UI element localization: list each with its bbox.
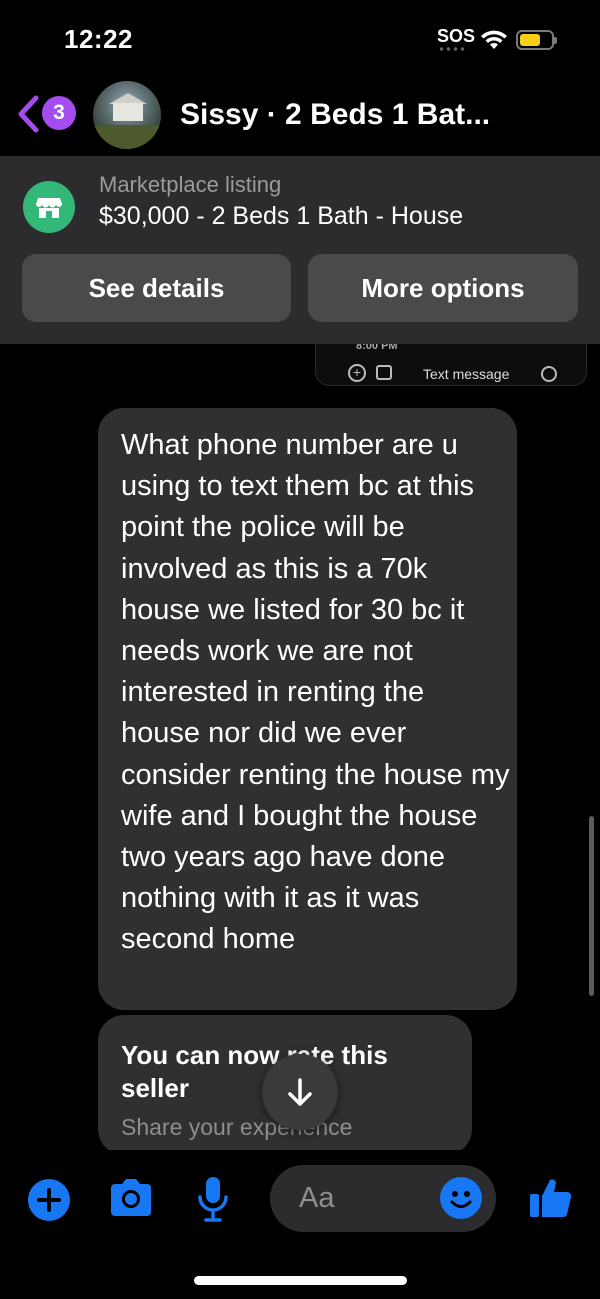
scrollbar[interactable] bbox=[589, 816, 594, 996]
camera-icon[interactable] bbox=[107, 1177, 155, 1219]
listing-subtitle: Marketplace listing bbox=[99, 172, 282, 197]
image-icon bbox=[376, 365, 392, 380]
message-bubble[interactable]: What phone number are u using to text th… bbox=[98, 408, 517, 1010]
image-field-text: Text message bbox=[423, 366, 510, 382]
shared-image-message[interactable]: 8:00 PM + Text message bbox=[315, 344, 587, 386]
battery-icon bbox=[516, 30, 557, 50]
back-button[interactable]: 3 bbox=[16, 94, 76, 134]
more-options-button[interactable]: More options bbox=[308, 254, 578, 322]
marketplace-listing-banner: Marketplace listing $30,000 - 2 Beds 1 B… bbox=[0, 156, 600, 344]
avatar[interactable] bbox=[93, 81, 161, 149]
listing-title[interactable]: $30,000 - 2 Beds 1 Bath - House bbox=[99, 202, 463, 231]
wifi-icon bbox=[481, 30, 507, 49]
plus-icon: + bbox=[348, 364, 366, 382]
battery-level bbox=[520, 34, 540, 46]
image-time-text: 8:00 PM bbox=[356, 344, 398, 352]
see-details-button[interactable]: See details bbox=[22, 254, 291, 322]
message-input-placeholder: Aa bbox=[299, 1182, 335, 1214]
status-bar: 12:22 SOS bbox=[0, 0, 600, 80]
scroll-to-bottom-button[interactable] bbox=[262, 1054, 338, 1130]
arrow-down-icon bbox=[288, 1078, 312, 1106]
carrier-label: SOS bbox=[437, 26, 476, 46]
emoji-icon[interactable] bbox=[440, 1177, 482, 1219]
chat-title[interactable]: Sissy · 2 Beds 1 Bat... bbox=[180, 98, 490, 132]
home-indicator[interactable] bbox=[194, 1276, 407, 1285]
signal-dots-icon bbox=[438, 47, 468, 51]
unread-count-badge: 3 bbox=[42, 96, 76, 130]
status-time: 12:22 bbox=[64, 24, 133, 54]
thumbs-up-icon[interactable] bbox=[528, 1174, 574, 1220]
message-text: What phone number are u using to text th… bbox=[121, 429, 510, 956]
chevron-left-icon bbox=[18, 95, 39, 133]
emoji-icon bbox=[541, 366, 557, 382]
message-input[interactable]: Aa bbox=[270, 1165, 496, 1232]
marketplace-store-icon bbox=[23, 181, 75, 233]
microphone-icon[interactable] bbox=[196, 1175, 230, 1223]
plus-icon[interactable] bbox=[28, 1179, 70, 1221]
